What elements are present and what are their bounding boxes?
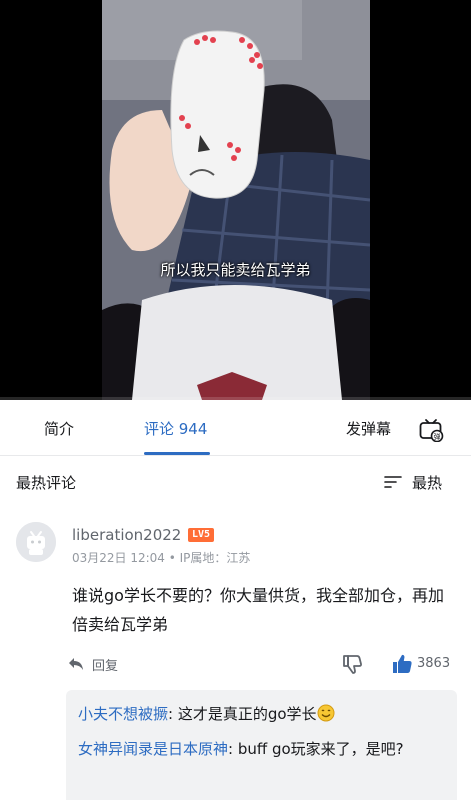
reply-icon <box>69 658 83 670</box>
comment-username[interactable]: liberation2022 <box>72 526 181 544</box>
reply-text: : 这才是真正的go学长 <box>168 705 317 723</box>
tab-comments[interactable]: 评论 944 <box>144 418 207 439</box>
active-tab-indicator <box>144 452 210 455</box>
sort-icon <box>384 476 402 488</box>
reply-preview-box[interactable]: 小夫不想被撅: 这才是真正的go学长 女神异闻录是日本原神: buff go玩家… <box>66 690 457 800</box>
video-player[interactable]: 所以我只能卖给瓦学弟 <box>0 0 471 400</box>
reply-label: 回复 <box>92 659 119 674</box>
default-avatar-icon <box>16 522 56 562</box>
reply-username[interactable]: 女神异闻录是日本原神 <box>78 740 228 758</box>
comment-sort-bar: 最热评论 最热 <box>0 457 471 505</box>
video-frame-image <box>102 0 370 400</box>
video-subtitle: 所以我只能卖给瓦学弟 <box>160 261 311 279</box>
reply-username[interactable]: 小夫不想被撅 <box>78 705 168 723</box>
tab-bar: 简介 评论 944 发弹幕 弹 <box>0 400 471 456</box>
reply-text: : buff go玩家来了，是吧? <box>228 740 404 758</box>
danmaku-toggle-icon[interactable]: 弹 <box>418 416 444 442</box>
send-danmaku-button[interactable]: 发弹幕 <box>346 418 391 439</box>
avatar[interactable] <box>16 522 56 562</box>
like-count: 3863 <box>417 656 451 671</box>
smile-emoji-icon <box>317 704 335 722</box>
dislike-icon[interactable] <box>341 653 363 675</box>
like-icon[interactable] <box>391 653 413 675</box>
user-level-badge: LV5 <box>188 528 214 542</box>
reply-item[interactable]: 小夫不想被撅: 这才是真正的go学长 <box>78 702 445 727</box>
comment-text: 谁说go学长不要的？你大量供货，我全部加仓，再加倍卖给瓦学弟 <box>72 586 444 634</box>
hot-comments-heading: 最热评论 <box>16 474 77 492</box>
tab-intro[interactable]: 简介 <box>44 418 74 439</box>
video-frame <box>102 0 370 400</box>
svg-text:弹: 弹 <box>434 432 441 441</box>
comment-actions: 回复 3863 <box>0 652 471 676</box>
reply-item[interactable]: 女神异闻录是日本原神: buff go玩家来了，是吧? <box>78 737 445 762</box>
comment-meta: 03月22日 12:04 • IP属地：江苏 <box>72 551 251 565</box>
sort-toggle-label: 最热 <box>412 474 443 492</box>
